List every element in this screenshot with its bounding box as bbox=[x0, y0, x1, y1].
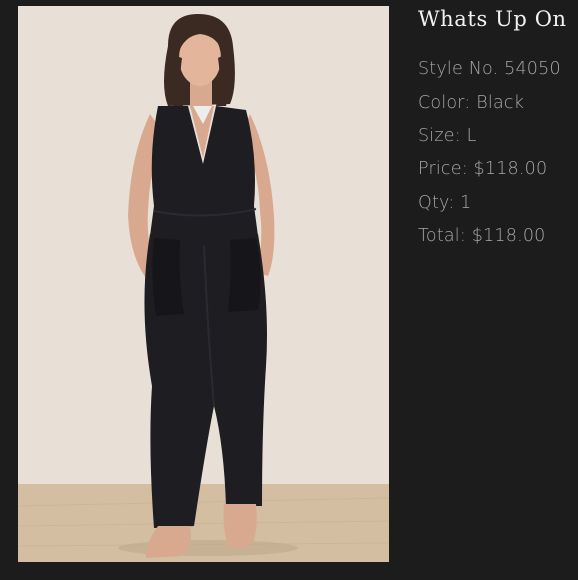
product-title[interactable]: Whats Up On bbox=[418, 7, 567, 31]
product-info-panel: Whats Up On Style No. 54050 Color: Black… bbox=[418, 0, 578, 580]
style-number: Style No. 54050 bbox=[418, 59, 561, 79]
size-value: Size: L bbox=[418, 126, 477, 146]
product-photo[interactable] bbox=[18, 6, 389, 562]
color-value: Color: Black bbox=[418, 93, 525, 113]
model-in-jumpsuit-image bbox=[18, 6, 389, 562]
quantity-value: Qty: 1 bbox=[418, 193, 472, 213]
price-value: Price: $118.00 bbox=[418, 159, 548, 179]
listing-page: Whats Up On Style No. 54050 Color: Black… bbox=[0, 0, 578, 580]
total-value: Total: $118.00 bbox=[418, 226, 546, 246]
